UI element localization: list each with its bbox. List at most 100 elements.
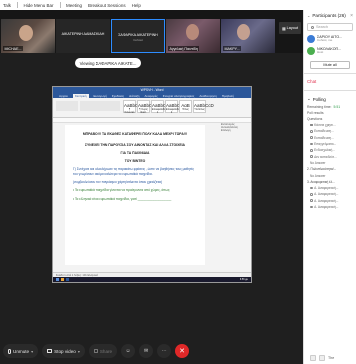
mute-all-button[interactable]: Mute all — [310, 61, 350, 69]
participants-header[interactable]: ⌄ Participants (26) × — [304, 10, 356, 21]
menu-meeting[interactable]: Meeting — [66, 3, 82, 8]
unmute-label: Unmute — [13, 348, 30, 354]
poll-item-text: Ενδοσχολική... — [314, 148, 335, 153]
poll-item-text: Εκπαίδευση... — [314, 135, 334, 140]
grid-icon: ▦ — [282, 26, 286, 31]
participant-name: ΝΙΚΟΛΑΚΟΠ... Host — [317, 47, 341, 55]
style-subtitle[interactable]: AaBbCcD Υπότιτλος — [193, 100, 214, 113]
menu-help[interactable]: Help — [132, 3, 141, 8]
ribbon-tab-active[interactable]: Κεντρική — [72, 93, 89, 98]
video-thumbnail[interactable]: ΑΙΚΑΤΕΡΙΝΗ ΔΑΜΑΣΚΙΔΗ — [56, 19, 110, 53]
video-thumbnail[interactable]: MICHAE... — [1, 19, 55, 53]
start-icon[interactable] — [56, 278, 59, 281]
share-button[interactable]: Share — [88, 344, 118, 358]
style-name: ¶ Κανονικό — [124, 108, 135, 114]
layout-button[interactable]: ▦ Layout — [279, 22, 301, 34]
style-normal[interactable]: AaBbCcD ¶ Κανονικό — [123, 100, 144, 114]
chat-panel-header[interactable]: Chat — [304, 78, 356, 86]
doc-line: ΣΥΝΕΧΕΙ ΤΗΝ ΠΑΡΟΥΣΙΑ ΣΟΥ ΔΙΝΟΝΤΑΣ ΚΑΙ ΑΛ… — [84, 142, 186, 147]
chat-icon: ✉ — [144, 348, 149, 354]
folder-icon[interactable] — [61, 278, 64, 281]
doc-line: ΓΙΑ ΤΑ ΠΑΙΧΝΙΔΙΑ — [120, 151, 150, 156]
menu-hide-menubar[interactable]: Hide Menu Bar — [24, 3, 54, 8]
shared-screen-word-window: WPSVH - Word Αρχείο Κεντρική Εισαγωγή Σχ… — [52, 86, 252, 283]
participants-title: Participants (26) — [312, 13, 346, 18]
search-icon — [311, 25, 314, 29]
checkbox-icon — [310, 123, 313, 127]
ribbon-home: AaBbCcD ¶ Κανονικό AaBbCcD ¶ Χωρίς διαστ. … — [53, 98, 251, 118]
menu-talk[interactable]: Talk — [3, 3, 11, 8]
editing-select[interactable]: Επιλογή — [221, 129, 251, 132]
style-heading-1[interactable]: AaBbC Επικεφαλίδα 1 — [151, 100, 166, 114]
doc-line: ΤΟΥ ΒΙΝΤΕΟ — [124, 159, 146, 164]
radio-icon — [310, 136, 313, 140]
participants-button[interactable]: ☺ — [121, 344, 136, 358]
ribbon-tab[interactable]: Αναθεώρηση — [199, 94, 216, 98]
layout-label: Layout — [286, 26, 298, 30]
chevron-down-icon[interactable]: ▾ — [31, 349, 33, 354]
more-button[interactable]: ⋯ — [157, 344, 172, 358]
video-thumbnail[interactable]: ΜΑΚΡΥ... — [221, 19, 275, 53]
poll-item[interactable]: Α. Αναφορετική... — [304, 204, 356, 210]
document-page[interactable]: ΜΠΡΑΒΟ!!! ΤΑ ΕΚΑΘΕΣ ΚΑΤΑΦΕΡΕΙ ΠΟΛΥ ΚΑΛΑ … — [65, 125, 205, 265]
word-icon[interactable] — [66, 278, 69, 281]
poll-item-text: Κάνατε χρησι... — [314, 123, 336, 128]
ribbon-tab[interactable]: Αρχείο — [59, 94, 68, 98]
style-name: ¶ Χωρίς διαστ. — [139, 108, 148, 114]
poll-item-text: Εκπαίδευση... — [314, 129, 334, 134]
poll-item-text: Δεν εκπαιδεύτ... — [314, 154, 337, 159]
video-thumbnail-strip: MICHAE... ΑΙΚΑΤΕΡΙΝΗ ΔΑΜΑΣΚΙΔΗ ΣΑΦΑΡΙΚΑ … — [0, 19, 303, 53]
share-icon — [93, 349, 98, 353]
menu-breakout-sessions[interactable]: Breakout Sessions — [88, 3, 126, 8]
ribbon-tab[interactable]: Αναφορές — [144, 94, 157, 98]
ribbon-tab[interactable]: Προβολή — [222, 94, 234, 98]
participant-name: Αγγελική Παιντίδη — [168, 46, 200, 51]
participant-name: ΜΑΚΡΥ... — [223, 46, 242, 51]
viewing-toast: Viewing ΣΑΦΑΡΙΚΑ ΑΙΚΑΤΕ... — [75, 58, 141, 68]
radio-icon — [310, 149, 313, 152]
chevron-down-icon: ⌄ — [307, 13, 311, 18]
style-no-spacing[interactable]: AaBbCcD ¶ Χωρίς διαστ. — [137, 100, 158, 114]
end-meeting-button[interactable]: ✕ — [175, 344, 190, 358]
poll-item-text: Επαγγελματικ... — [314, 142, 337, 147]
doc-line: • Τα ευρωπαϊκά παιχνίδια γίνονται να προ… — [73, 188, 171, 193]
close-icon[interactable]: × — [350, 13, 353, 19]
editing-group: Εντοπισμός Αντικατάσταση Επιλογή — [221, 123, 251, 132]
video-thumbnail-active[interactable]: ΣΑΦΑΡΙΚΑ ΑΙΚΑΤΕΡΙΝΗ Cohost — [111, 19, 165, 53]
style-title[interactable]: AαB Τίτλος — [179, 100, 192, 113]
participant-face — [186, 24, 199, 40]
font-group — [80, 101, 120, 111]
radio-icon — [310, 130, 313, 133]
poll-nav-button[interactable] — [310, 355, 316, 361]
radio-icon — [310, 205, 313, 209]
ribbon-tab[interactable]: Σχεδίαση — [112, 94, 124, 98]
poll-nav-button[interactable] — [319, 355, 325, 361]
doc-line: Γ) Συνέχισε και ολοκλήρωσε τις παρακάτω … — [73, 167, 195, 176]
poll-item-text: 2. Πολυπλοκότητα/... — [307, 167, 337, 172]
unmute-button[interactable]: Unmute ▾ — [3, 344, 39, 358]
video-thumbnail[interactable]: Αγγελική Παιντίδη — [166, 19, 220, 53]
ribbon-tab[interactable]: Στοιχεία αλληλογραφίας — [163, 94, 195, 98]
ribbon-tab[interactable]: Διάταξη — [129, 94, 139, 98]
style-heading-2[interactable]: AaBbCc Επικεφαλίδα 2 — [165, 100, 183, 114]
divider — [304, 73, 356, 74]
participant-name: ΑΙΚΑΤΕΡΙΝΗ ΔΑΜΑΣΚΙΔΗ — [61, 32, 105, 36]
polling-header[interactable]: ⌄ Polling — [304, 94, 356, 104]
more-icon: ⋯ — [161, 348, 167, 354]
stop-video-button[interactable]: Stop video ▾ — [42, 344, 85, 358]
search-placeholder: Search — [316, 25, 329, 29]
style-name: Επικεφαλίδα 1 — [152, 108, 166, 114]
radio-icon — [310, 186, 313, 190]
remaining-value: 5:51 — [333, 105, 341, 109]
participant-row[interactable]: ΣΑΡΙΟΥ ΑΙΤΟ... Cohost, me — [304, 33, 356, 45]
poll-question-list: Κάνατε χρησι... Εκπαίδευση... Εκπαίδευση..… — [304, 122, 356, 210]
chevron-down-icon[interactable]: ▾ — [78, 349, 80, 354]
chat-button[interactable]: ✉ — [139, 344, 154, 358]
participant-row[interactable]: ΝΙΚΟΛΑΚΟΠ... Host — [304, 45, 356, 57]
clipboard-group — [56, 101, 78, 111]
ribbon-tab[interactable]: Εισαγωγή — [94, 94, 107, 98]
poll-item-text: 3. Αναφορετική έλ... — [307, 179, 335, 184]
person-icon: ☺ — [125, 348, 131, 354]
polling-footer: The — [304, 352, 356, 364]
participant-search-input[interactable]: Search — [307, 23, 353, 31]
